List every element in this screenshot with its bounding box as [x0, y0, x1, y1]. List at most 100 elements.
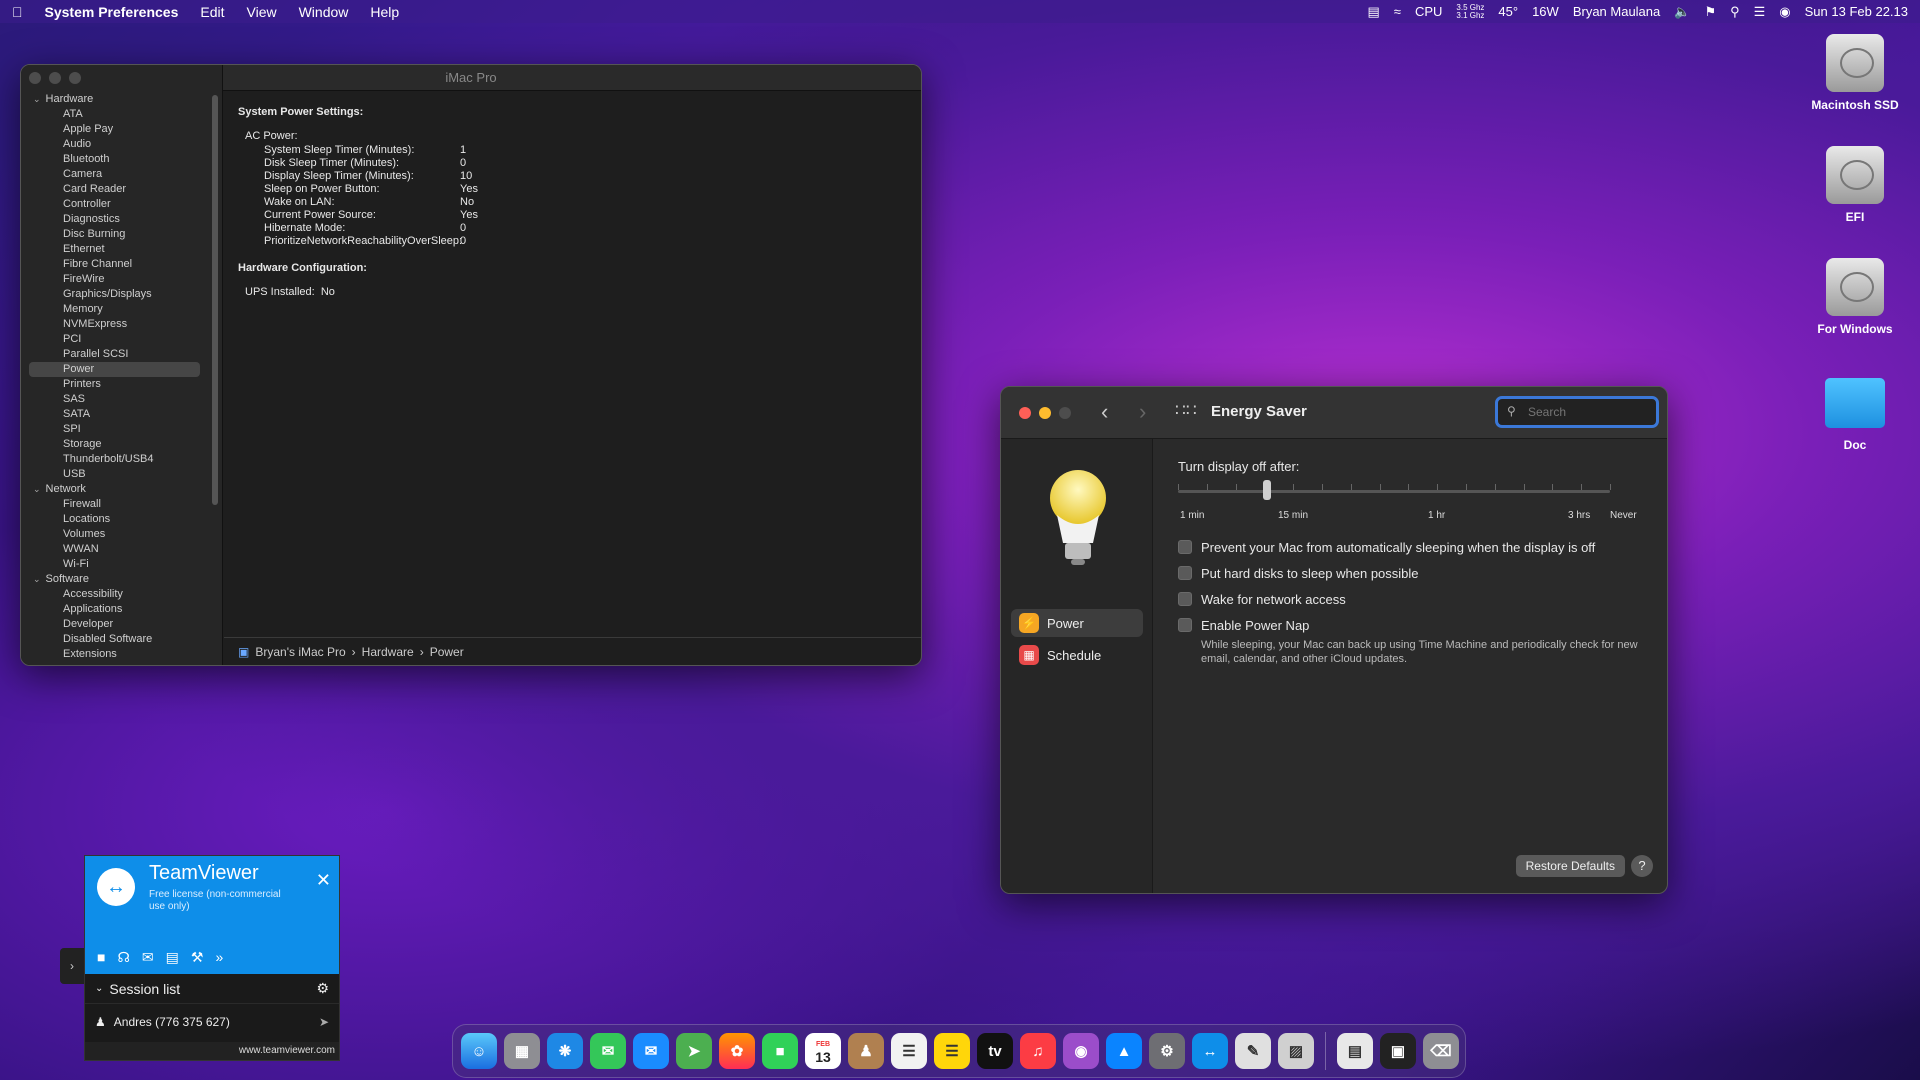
pointer-icon[interactable]: ➤ [319, 1015, 329, 1029]
sidebar-scrollbar[interactable] [212, 95, 218, 505]
spotlight-icon[interactable]: ⚲ [1730, 4, 1740, 20]
close-icon[interactable]: ✕ [316, 870, 331, 891]
notes-icon[interactable]: ☰ [934, 1033, 970, 1069]
nav-power[interactable]: ⚡ Power [1011, 609, 1143, 637]
finder-icon[interactable]: ☺ [461, 1033, 497, 1069]
maps-icon[interactable]: ➤ [676, 1033, 712, 1069]
sidebar-item[interactable]: Fibre Channel [21, 257, 222, 272]
reminders-icon[interactable]: ☰ [891, 1033, 927, 1069]
apple-icon[interactable]:  [12, 4, 23, 20]
headset-icon[interactable]: ☊ [117, 949, 129, 966]
app-store-icon[interactable]: ▲ [1106, 1033, 1142, 1069]
sidebar-item[interactable]: Thunderbolt/USB4 [21, 452, 222, 467]
sidebar-item[interactable]: Volumes [21, 527, 222, 542]
search-input[interactable] [1495, 396, 1659, 428]
sidebar-group[interactable]: ⌄ Software [21, 572, 222, 587]
sidebar-item[interactable]: ATA [21, 107, 222, 122]
sidebar-item[interactable]: Firewall [21, 497, 222, 512]
sidebar-item[interactable]: NVMExpress [21, 317, 222, 332]
chat-icon[interactable]: ✉ [142, 949, 154, 966]
display-sleep-slider[interactable]: 1 min 15 min 1 hr 3 hrs Never [1178, 480, 1637, 521]
breadcrumb-hardware[interactable]: Hardware [362, 645, 414, 659]
option-wake-network[interactable]: Wake for network access [1178, 586, 1643, 612]
sidebar-item[interactable]: Extensions [21, 647, 222, 662]
sidebar-item[interactable]: Ethernet [21, 242, 222, 257]
sidebar-item[interactable]: SPI [21, 422, 222, 437]
teamviewer-icon[interactable]: ↔ [1192, 1033, 1228, 1069]
system-preferences-icon[interactable]: ⚙ [1149, 1033, 1185, 1069]
sidebar-item[interactable]: Diagnostics [21, 212, 222, 227]
cpu-label[interactable]: CPU [1415, 4, 1442, 19]
date-time[interactable]: Sun 13 Feb 22.13 [1805, 4, 1908, 19]
sidebar-item[interactable]: PCI [21, 332, 222, 347]
calendar-icon[interactable]: FEB 13 [805, 1033, 841, 1069]
volume-icon[interactable]: 🔈 [1674, 4, 1690, 20]
sidebar-item[interactable]: Controller [21, 197, 222, 212]
close-button[interactable] [1019, 407, 1031, 419]
breadcrumb-power[interactable]: Power [430, 645, 464, 659]
sidebar-item[interactable]: SATA [21, 407, 222, 422]
siri-icon[interactable]: ◉ [1779, 4, 1790, 20]
nav-schedule[interactable]: ▦ Schedule [1011, 641, 1143, 669]
temperature[interactable]: 45° [1498, 4, 1518, 19]
sidebar-item[interactable]: Disabled Software [21, 632, 222, 647]
option-power-nap[interactable]: Enable Power Nap [1178, 612, 1643, 638]
teamviewer-url[interactable]: www.teamviewer.com [85, 1042, 339, 1060]
checkbox[interactable] [1178, 618, 1192, 632]
sidebar-item[interactable]: Power [29, 362, 200, 377]
forward-button[interactable]: › [1139, 399, 1146, 425]
menu-help[interactable]: Help [370, 4, 399, 20]
sidebar-item[interactable]: Audio [21, 137, 222, 152]
sidebar-group[interactable]: ⌄ Network [21, 482, 222, 497]
sidebar-item[interactable]: Parallel SCSI [21, 347, 222, 362]
minimize-button[interactable] [1039, 407, 1051, 419]
sidebar-item[interactable]: Disc Burning [21, 227, 222, 242]
podcasts-icon[interactable]: ◉ [1063, 1033, 1099, 1069]
file-transfer-icon[interactable]: ▤ [166, 949, 179, 966]
sidebar-item[interactable]: Accessibility [21, 587, 222, 602]
textedit-icon[interactable]: ✎ [1235, 1033, 1271, 1069]
music-icon[interactable]: ♫ [1020, 1033, 1056, 1069]
close-button[interactable] [29, 72, 41, 84]
zoom-button[interactable] [69, 72, 81, 84]
sidebar-item[interactable]: Card Reader [21, 182, 222, 197]
restore-defaults-button[interactable]: Restore Defaults [1515, 855, 1625, 877]
tools-icon[interactable]: ⚒ [191, 949, 204, 966]
zoom-button[interactable] [1059, 407, 1071, 419]
gear-icon[interactable]: ⚙ [316, 980, 329, 997]
mail-icon[interactable]: ✉ [633, 1033, 669, 1069]
safari-icon[interactable]: ❋ [547, 1033, 583, 1069]
apple-tv-icon[interactable]: tv [977, 1033, 1013, 1069]
photos-icon[interactable]: ✿ [719, 1033, 755, 1069]
wifi-icon[interactable]: ≈ [1394, 4, 1401, 19]
us-flag-icon[interactable]: ⚑ [1704, 4, 1716, 20]
control-center-icon[interactable]: ☰ [1754, 4, 1766, 20]
launchpad-icon[interactable]: ▦ [504, 1033, 540, 1069]
option-disk-sleep[interactable]: Put hard disks to sleep when possible [1178, 560, 1643, 586]
sidebar-item[interactable]: Developer [21, 617, 222, 632]
slider-track[interactable] [1178, 490, 1610, 493]
teamviewer-expand-button[interactable]: › [60, 948, 84, 984]
minimize-button[interactable] [49, 72, 61, 84]
help-button[interactable]: ? [1631, 855, 1653, 877]
more-icon[interactable]: » [215, 949, 223, 965]
sidebar-item[interactable]: WWAN [21, 542, 222, 557]
sidebar-item[interactable]: Storage [21, 437, 222, 452]
sidebar-item[interactable]: Memory [21, 302, 222, 317]
messages-icon[interactable]: ✉ [590, 1033, 626, 1069]
slider-thumb[interactable] [1262, 480, 1271, 500]
checkbox[interactable] [1178, 592, 1192, 606]
contacts-icon[interactable]: ♟ [848, 1033, 884, 1069]
sidebar-item[interactable]: SAS [21, 392, 222, 407]
sidebar-item[interactable]: Locations [21, 512, 222, 527]
activity-monitor-icon[interactable]: ▤ [1368, 4, 1380, 20]
sidebar-item[interactable]: Bluetooth [21, 152, 222, 167]
sidebar-item[interactable]: FireWire [21, 272, 222, 287]
menu-view[interactable]: View [247, 4, 277, 20]
video-icon[interactable]: ■ [97, 949, 105, 965]
checkbox[interactable] [1178, 540, 1192, 554]
desktop-icon-macintosh-ssd[interactable]: Macintosh SSD [1795, 34, 1915, 112]
menu-window[interactable]: Window [299, 4, 349, 20]
sidebar-item[interactable]: Printers [21, 377, 222, 392]
back-button[interactable]: ‹ [1101, 399, 1108, 425]
